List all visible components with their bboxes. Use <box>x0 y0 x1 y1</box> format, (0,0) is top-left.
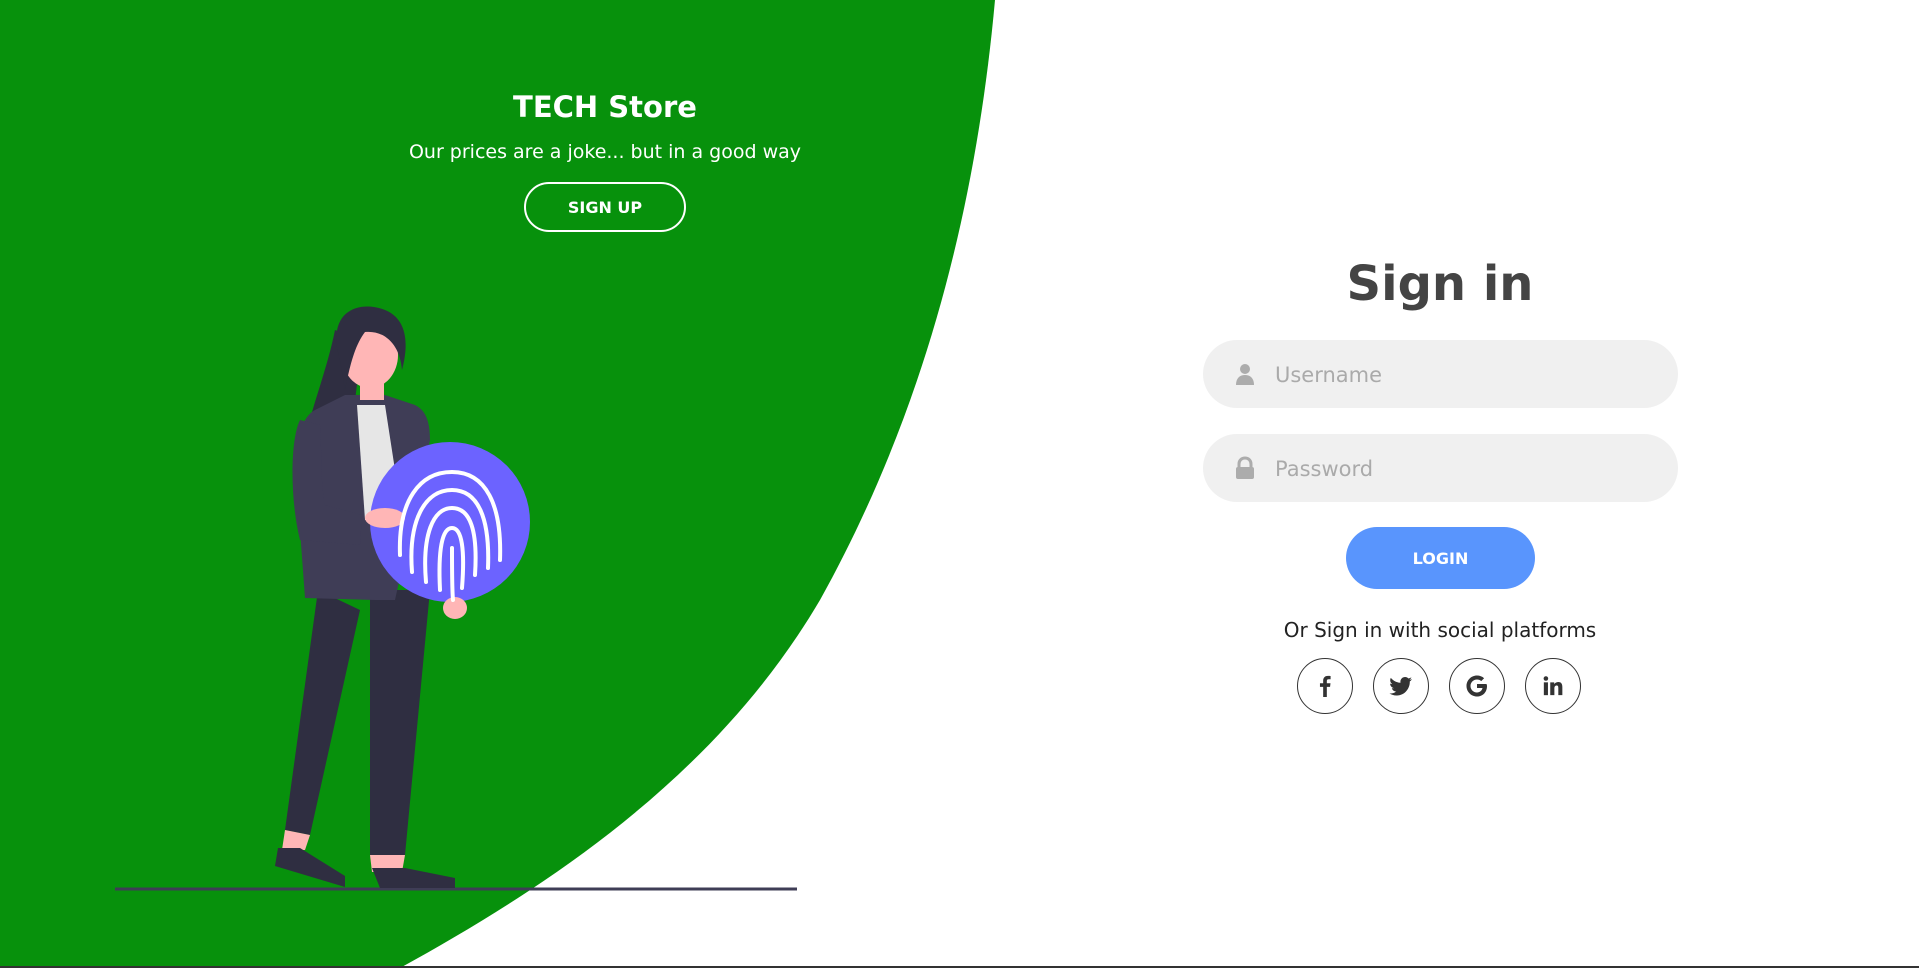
username-input[interactable] <box>1273 340 1657 410</box>
linkedin-icon <box>1543 676 1563 696</box>
sign-in-form: Sign in LOGIN Or Sign in with social pla… <box>1180 240 1700 740</box>
social-media <box>1297 658 1587 718</box>
google-button[interactable] <box>1449 658 1505 714</box>
password-input[interactable] <box>1273 434 1657 504</box>
twitter-button[interactable] <box>1373 658 1429 714</box>
lock-icon <box>1236 456 1254 479</box>
user-icon <box>1236 364 1254 385</box>
linkedin-button[interactable] <box>1525 658 1581 714</box>
facebook-button[interactable] <box>1297 658 1353 714</box>
left-panel: TECH Store Our prices are a joke... but … <box>0 0 1000 968</box>
facebook-icon <box>1319 675 1331 697</box>
sign-in-title: Sign in <box>1346 256 1534 312</box>
social-text: Or Sign in with social platforms <box>1283 618 1597 642</box>
username-field[interactable] <box>1203 340 1678 410</box>
twitter-icon <box>1389 677 1412 696</box>
password-field[interactable] <box>1203 434 1678 504</box>
login-button[interactable]: LOGIN <box>1346 527 1535 589</box>
fingerprint-woman-illustration <box>115 306 797 891</box>
google-icon <box>1466 675 1487 697</box>
page: TECH Store Our prices are a joke... but … <box>0 0 1919 968</box>
